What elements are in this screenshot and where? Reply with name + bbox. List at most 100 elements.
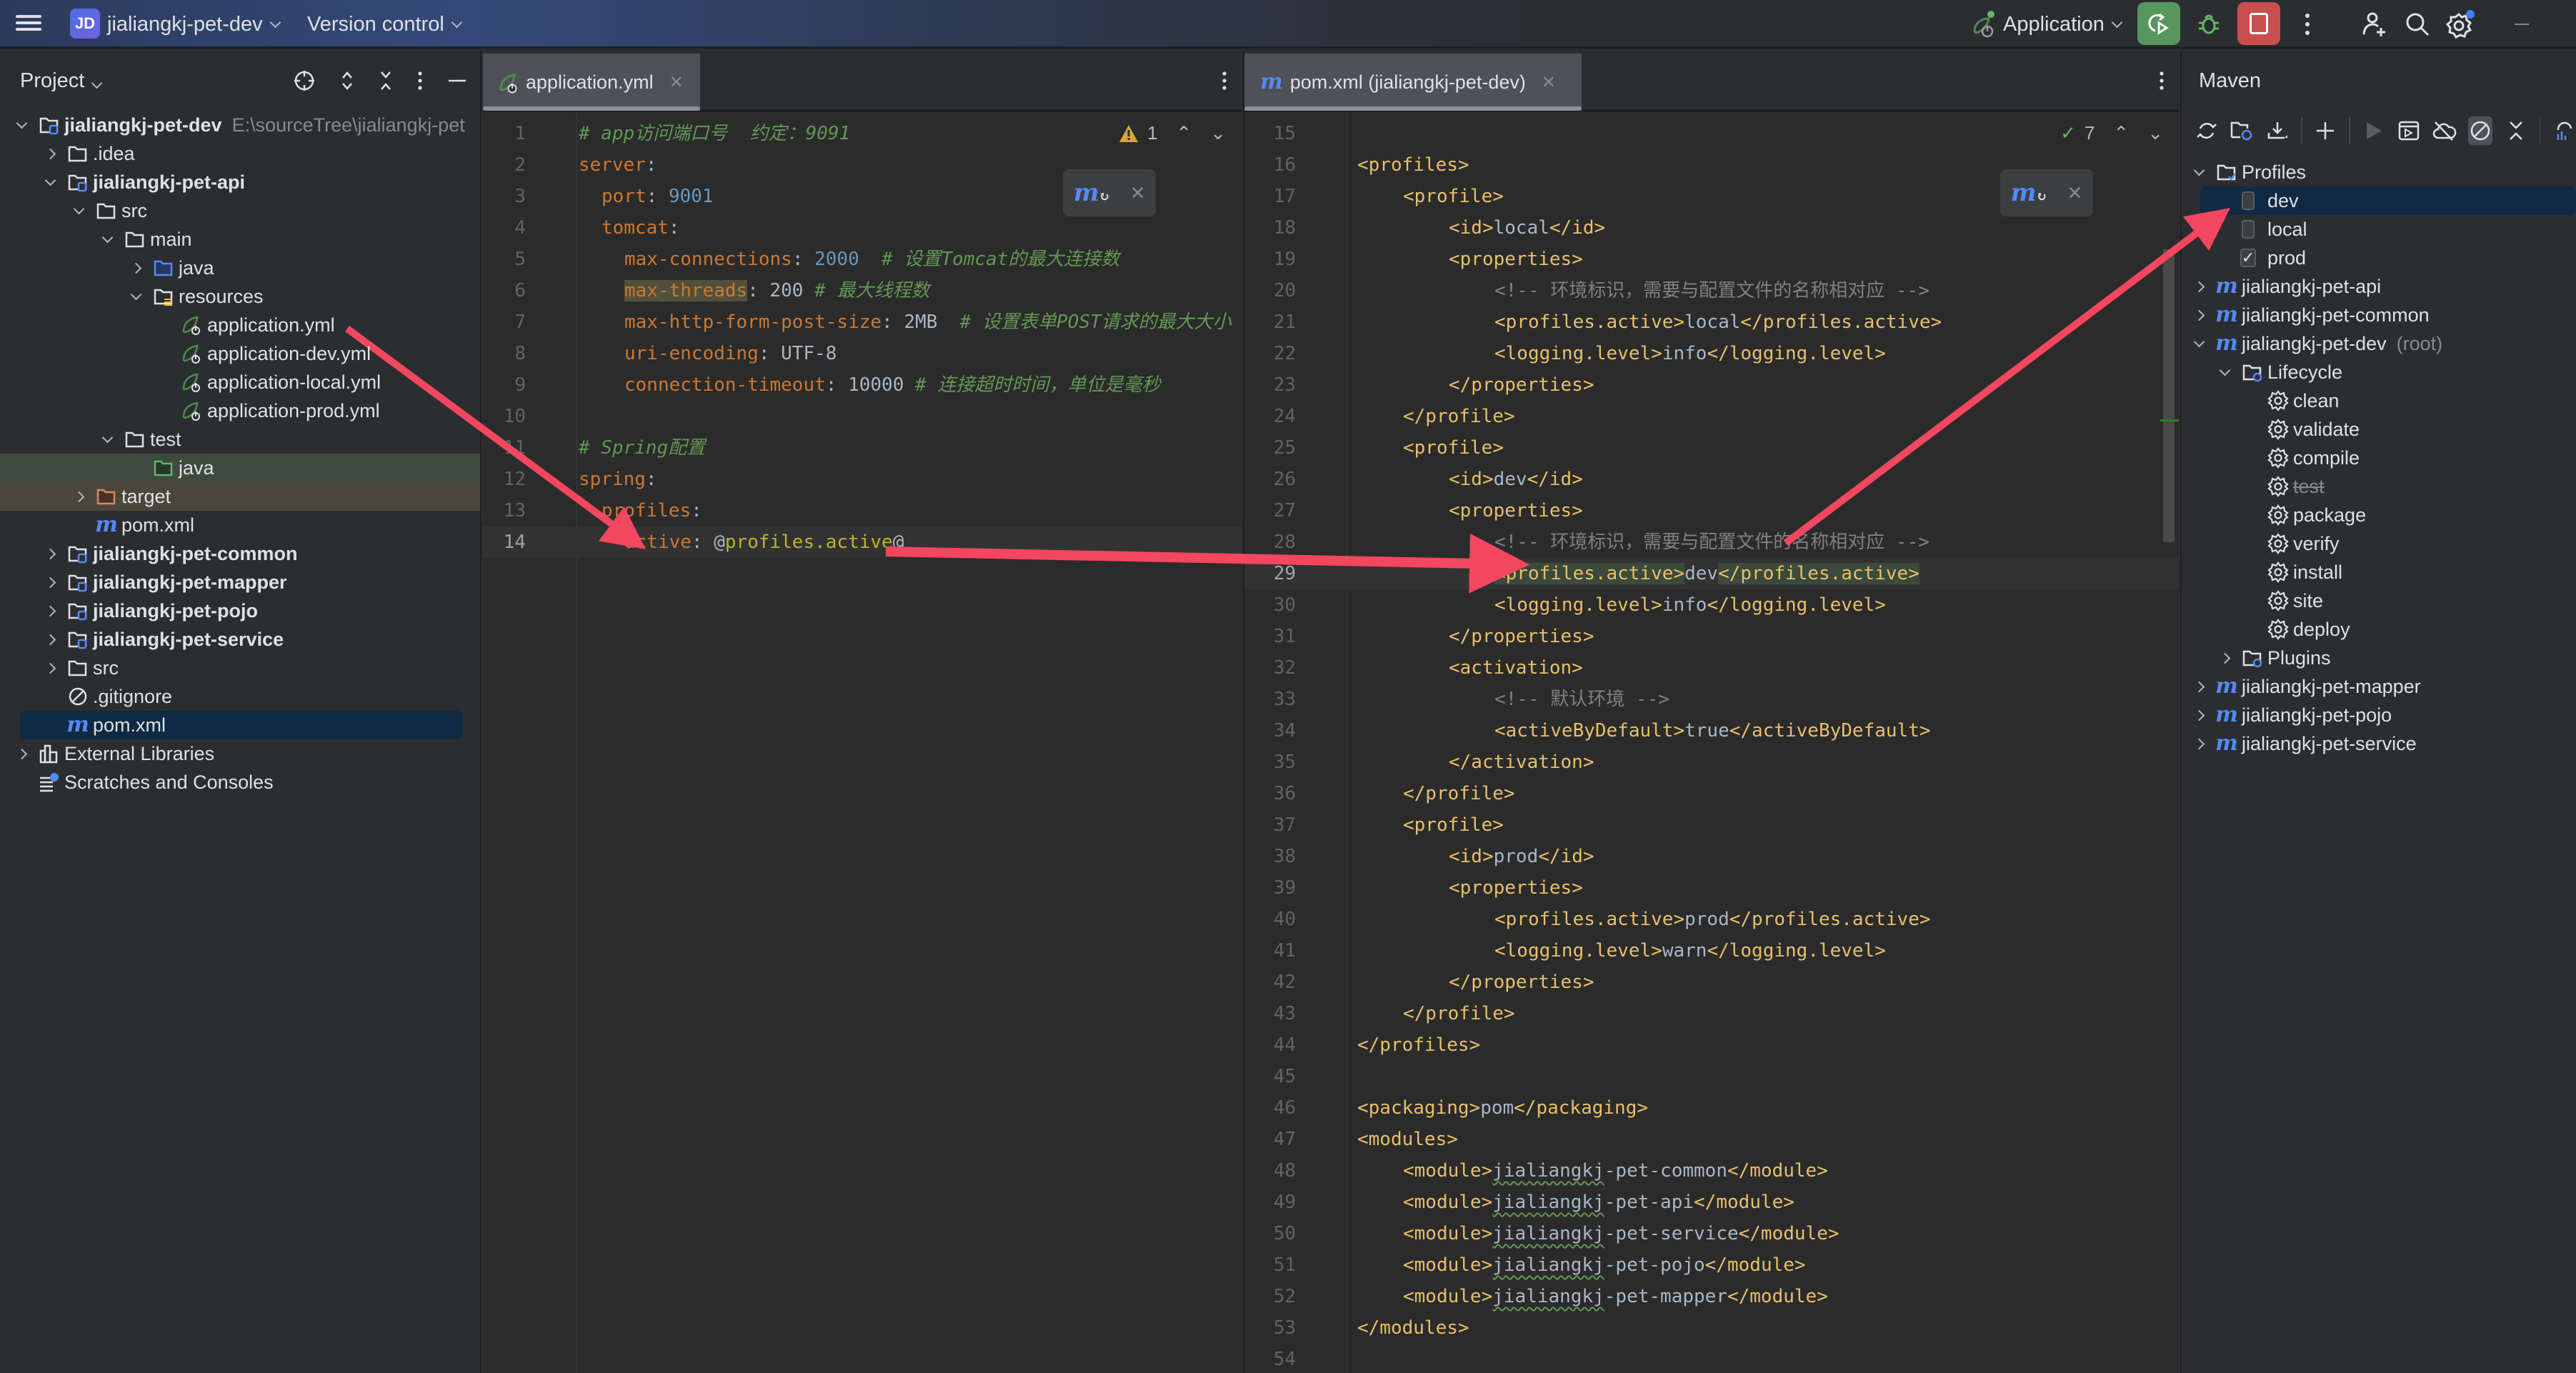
project-badge[interactable]: JD [70,9,100,39]
tree-item[interactable]: m pom.xml [0,711,480,739]
tree-item[interactable]: Plugins [2182,644,2576,672]
tree-item[interactable]: site [2182,586,2576,615]
code-line[interactable]: 26 <id>dev</id> [1244,464,2179,495]
tree-item[interactable]: application-local.yml [0,368,480,396]
code-line[interactable]: 4 tomcat: [483,212,1242,244]
code-line[interactable]: 2 server: [483,149,1242,181]
code-line[interactable]: 43 </profile> [1244,998,2179,1029]
code-line[interactable]: 19 <properties> [1244,244,2179,275]
version-control-menu[interactable]: Version control [307,13,463,36]
code-line[interactable]: 3 port: 9001 [483,181,1242,212]
tree-item[interactable]: java [0,454,480,482]
tree-item[interactable]: .idea [0,139,480,168]
tree-item[interactable]: jialiangkj-pet-mapper [0,568,480,596]
add-maven-project-button[interactable] [2314,116,2338,145]
more-options-icon[interactable] [417,69,423,92]
tree-item[interactable]: application.yml [0,311,480,339]
tree-item[interactable]: External Libraries [0,739,480,768]
chevron-right-icon[interactable] [2190,681,2207,692]
chevron-down-icon[interactable] [99,431,116,443]
code-line[interactable]: 32 <activation> [1244,652,2179,684]
code-area[interactable]: ✓ 7 ⌃ ⌄ m↻ ✕ 15 16 <profiles> 17 <profile> 18… [1244,112,2179,1373]
tree-item[interactable]: dev [2182,186,2576,215]
chevron-right-icon[interactable] [2190,738,2207,749]
code-line[interactable]: 11 # Spring配置 [483,432,1242,464]
code-line[interactable]: 49 <module>jialiangkj-pet-api</module> [1244,1187,2179,1218]
chevron-right-icon[interactable] [13,748,30,759]
tab-pom-xml[interactable]: m pom.xml (jialiangkj-pet-dev) ✕ [1244,54,1582,111]
tab-application-yml[interactable]: application.yml ✕ [483,54,700,111]
chevron-right-icon[interactable] [127,262,144,274]
tree-item[interactable]: m pom.xml [0,511,480,539]
add-user-icon[interactable] [2357,7,2392,41]
chevron-down-icon[interactable] [127,289,144,300]
code-line[interactable]: 33 <!-- 默认环境 --> [1244,684,2179,715]
tree-item[interactable]: compile [2182,444,2576,472]
tree-item[interactable]: test [2182,472,2576,501]
chevron-right-icon[interactable] [2190,309,2207,321]
main-menu-icon[interactable] [16,11,41,37]
tree-item[interactable]: jialiangkj-pet-service [0,625,480,654]
tree-item[interactable]: jialiangkj-pet-dev E:\sourceTree\jialiang… [0,111,480,139]
code-line[interactable]: 37 <profile> [1244,809,2179,841]
download-sources-button[interactable] [2265,116,2290,145]
analyze-dependencies-button[interactable] [2552,116,2576,145]
code-line[interactable]: 50 <module>jialiangkj-pet-service</module… [1244,1218,2179,1249]
tree-item[interactable]: .gitignore [0,682,480,711]
collapse-all-icon[interactable] [379,69,393,92]
hide-panel-icon[interactable] [447,69,467,92]
project-switcher[interactable]: jialiangkj-pet-dev [107,13,281,36]
tab-more-icon[interactable] [2159,69,2165,92]
code-line[interactable]: 23 </properties> [1244,369,2179,401]
code-line[interactable]: 53 </modules> [1244,1312,2179,1344]
tree-item[interactable]: Profiles [2182,158,2576,186]
chevron-down-icon[interactable] [2190,336,2207,347]
stop-button[interactable] [2237,2,2280,45]
tree-item[interactable]: Lifecycle [2182,358,2576,386]
code-line[interactable]: 22 <logging.level>info</logging.level> [1244,338,2179,369]
chevron-right-icon[interactable] [2216,652,2233,664]
chevron-right-icon[interactable] [41,576,59,588]
chevron-right-icon[interactable] [41,605,59,616]
tree-item[interactable]: test [0,425,480,454]
tree-item[interactable]: verify [2182,529,2576,558]
chevron-down-icon[interactable] [2216,364,2233,376]
search-icon[interactable] [2400,7,2435,41]
code-line[interactable]: 51 <module>jialiangkj-pet-pojo</module> [1244,1249,2179,1281]
rerun-button[interactable] [2137,2,2180,45]
tree-item[interactable]: m jialiangkj-pet-common [2182,301,2576,329]
tree-item[interactable]: validate [2182,415,2576,444]
settings-icon[interactable] [2443,7,2477,41]
code-line[interactable]: 7 max-http-form-post-size: 2MB # 设置表单POST… [483,306,1242,338]
code-line[interactable]: 14 active: @profiles.active@ [483,526,1242,558]
tree-item[interactable]: src [0,654,480,682]
tree-item[interactable]: application-dev.yml [0,339,480,368]
tree-item[interactable]: ✓ prod [2182,244,2576,272]
tree-item[interactable]: jialiangkj-pet-common [0,539,480,568]
chevron-right-icon[interactable] [41,548,59,559]
tree-item[interactable]: jialiangkj-pet-pojo [0,596,480,625]
tree-item[interactable]: m jialiangkj-pet-api [2182,272,2576,301]
tree-item[interactable]: clean [2182,386,2576,415]
code-line[interactable]: 1 # app访问端口号 约定：9091 [483,118,1242,149]
debug-button[interactable] [2187,2,2230,45]
project-view-selector[interactable]: Project [20,69,103,93]
close-tab-icon[interactable]: ✕ [1542,72,1556,93]
tree-item[interactable]: java [0,254,480,282]
run-config-selector[interactable]: Application [1972,10,2123,39]
checkbox[interactable] [2242,191,2263,211]
more-actions-icon[interactable] [2290,7,2325,41]
code-line[interactable]: 40 <profiles.active>prod</profiles.active… [1244,904,2179,935]
code-line[interactable]: 35 </activation> [1244,747,2179,778]
code-line[interactable]: 41 <logging.level>warn</logging.level> [1244,935,2179,967]
chevron-down-icon[interactable] [99,231,116,243]
locate-icon[interactable] [293,69,316,92]
code-line[interactable]: 46 <packaging>pom</packaging> [1244,1092,2179,1124]
chevron-right-icon[interactable] [2190,709,2207,721]
chevron-right-icon[interactable] [41,662,59,674]
chevron-down-icon[interactable] [70,203,87,214]
code-line[interactable]: 25 <profile> [1244,432,2179,464]
tree-item[interactable]: m jialiangkj-pet-dev (root) [2182,329,2576,358]
tree-item[interactable]: jialiangkj-pet-api [0,168,480,196]
code-line[interactable]: 52 <module>jialiangkj-pet-mapper</module> [1244,1281,2179,1312]
